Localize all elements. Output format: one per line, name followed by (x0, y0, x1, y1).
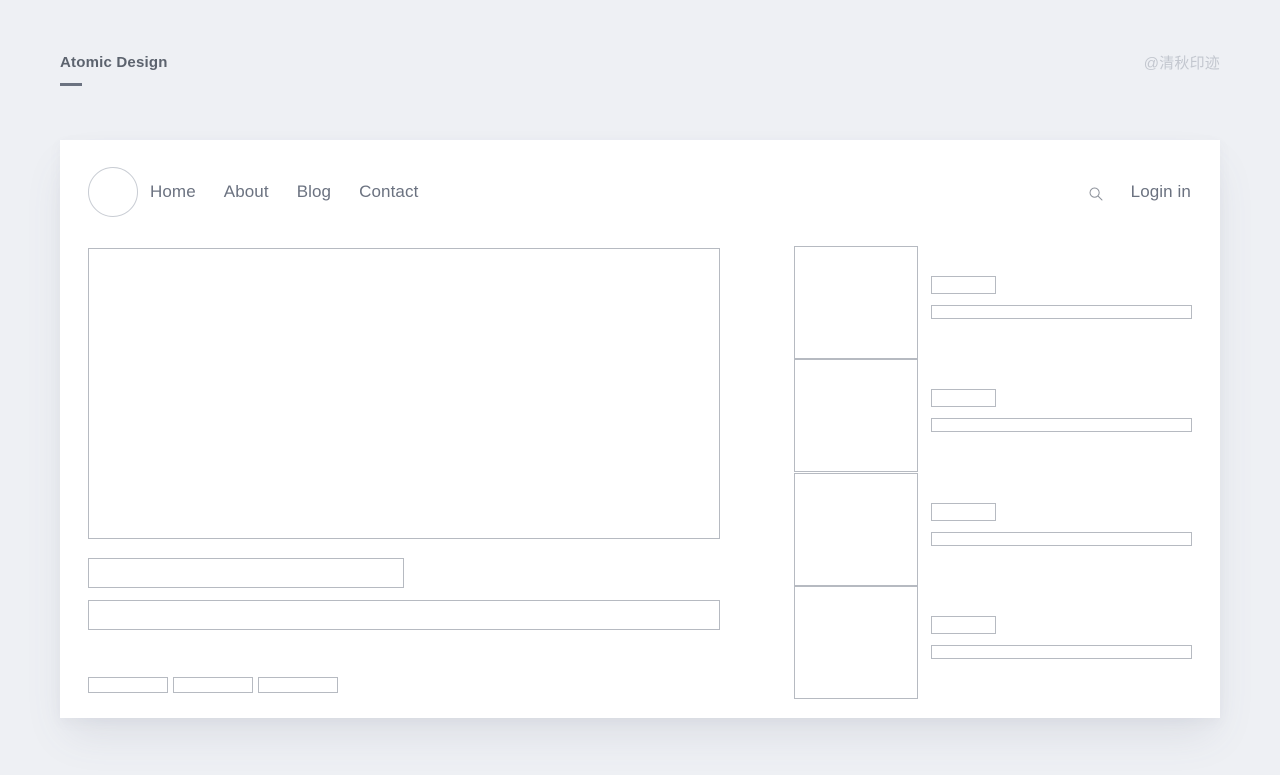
list-item[interactable] (794, 473, 1192, 586)
thumbnail-placeholder[interactable] (794, 359, 918, 472)
nav-link-blog[interactable]: Blog (297, 181, 331, 203)
card-text-placeholder-bar[interactable] (931, 418, 1192, 432)
nav-link-home[interactable]: Home (150, 181, 196, 203)
card-text-placeholder-bar[interactable] (931, 532, 1192, 546)
list-item[interactable] (794, 359, 1192, 472)
watermark-label: @清秋印迹 (1143, 55, 1220, 72)
list-item[interactable] (794, 246, 1192, 359)
website-mockup-panel: Home About Blog Contact Login in (60, 140, 1220, 718)
circle-logo-icon[interactable] (88, 167, 138, 217)
card-title-placeholder-bar[interactable] (931, 503, 996, 521)
thumbnail-placeholder[interactable] (794, 586, 918, 699)
login-link[interactable]: Login in (1131, 181, 1191, 203)
page-title: Atomic Design (60, 54, 168, 71)
heading-placeholder-bar[interactable] (88, 558, 404, 588)
mockup-navbar: Home About Blog Contact Login in (60, 140, 1220, 245)
search-icon[interactable] (1088, 186, 1104, 202)
thumbnail-placeholder[interactable] (794, 246, 918, 359)
card-title-placeholder-bar[interactable] (931, 276, 996, 294)
thumbnail-placeholder[interactable] (794, 473, 918, 586)
tag-row (88, 677, 338, 693)
page-header: Atomic Design @清秋印迹 (0, 0, 1280, 140)
card-text-placeholder-bar[interactable] (931, 305, 1192, 319)
nav-links: Home About Blog Contact (150, 181, 418, 203)
tag-placeholder-1[interactable] (88, 677, 168, 693)
nav-link-about[interactable]: About (224, 181, 269, 203)
nav-link-contact[interactable]: Contact (359, 181, 418, 203)
card-text-placeholder-bar[interactable] (931, 645, 1192, 659)
nav-right-group: Login in (1088, 181, 1191, 203)
card-title-placeholder-bar[interactable] (931, 389, 996, 407)
list-item[interactable] (794, 586, 1192, 699)
subheading-placeholder-bar[interactable] (88, 600, 720, 630)
title-underline-accent (60, 83, 82, 86)
tag-placeholder-3[interactable] (258, 677, 338, 693)
hero-image-placeholder[interactable] (88, 248, 720, 539)
card-title-placeholder-bar[interactable] (931, 616, 996, 634)
tag-placeholder-2[interactable] (173, 677, 253, 693)
